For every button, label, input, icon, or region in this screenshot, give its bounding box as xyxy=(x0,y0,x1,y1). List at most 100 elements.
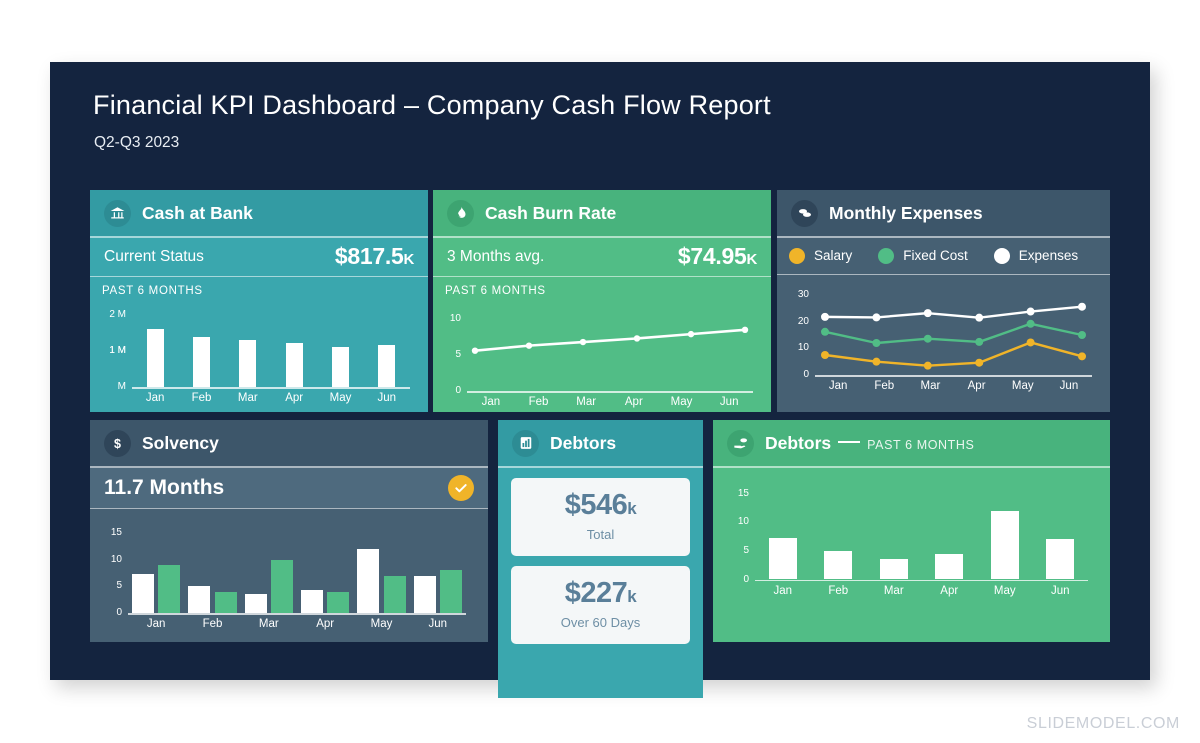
y-tick-label: 0 xyxy=(743,573,749,585)
chart-bar xyxy=(378,344,396,387)
x-tick-label: Feb xyxy=(202,618,223,630)
kpi-value: $74.95K xyxy=(678,243,757,270)
card-title-text: Debtors xyxy=(765,432,832,453)
chart-cash-at-bank: PAST 6 MONTHS 2 M1 M1 M M Jan Feb Mar Apr May J… xyxy=(90,277,428,404)
x-tick-label: Apr xyxy=(285,392,304,404)
card-debtors-summary[interactable]: Debtors $546k Total $227k Over 60 Days xyxy=(498,420,703,698)
stat-over-60-days: $227k Over 60 Days xyxy=(511,565,690,644)
x-tick-label: Jun xyxy=(428,618,448,630)
card-header: Monthly Expenses xyxy=(777,190,1110,236)
x-tick-label: Jan xyxy=(146,618,166,630)
stat-total: $546k Total xyxy=(511,477,690,556)
card-solvency[interactable]: $ Solvency 11.7 Months 0 5 10 15 Jan Feb Mar Ap… xyxy=(90,420,488,642)
svg-text:$: $ xyxy=(114,436,121,450)
chart-bar xyxy=(990,510,1019,580)
stat-number: $227 xyxy=(564,577,628,609)
stat-unit: k xyxy=(627,499,637,518)
card-header: Cash Burn Rate xyxy=(433,190,771,236)
kpi-unit: K xyxy=(403,251,414,268)
x-tick-label: Jan xyxy=(773,584,793,597)
y-tick-label: 5 xyxy=(116,580,122,592)
x-tick-label: Mar xyxy=(883,584,904,597)
x-tick-label: Apr xyxy=(940,584,959,597)
x-tick-label: Jun xyxy=(377,392,397,404)
card-header: Debtors xyxy=(498,420,703,466)
legend-item-expenses[interactable]: Expenses xyxy=(993,247,1079,264)
chart-bar xyxy=(132,574,155,613)
chart-bar xyxy=(327,591,350,613)
line-chart-svg xyxy=(471,326,749,354)
kpi-label: 3 Months avg. xyxy=(447,247,545,265)
chart-caption: PAST 6 MONTHS xyxy=(102,285,203,297)
slide-canvas: Financial KPI Dashboard – Company Cash F… xyxy=(50,62,1150,698)
x-axis: Jan Feb Mar Apr May Jun xyxy=(132,392,410,404)
chart-cash-burn-rate: PAST 6 MONTHS 0 5 10 Jan Feb Mar Apr May Jun xyxy=(433,277,771,408)
legend-dot-icon xyxy=(878,247,895,264)
chart-bar xyxy=(188,586,211,613)
kpi-value: $817.5K xyxy=(335,243,414,270)
axis-baseline xyxy=(755,579,1088,581)
x-tick-label: Apr xyxy=(316,618,335,630)
chart-bar xyxy=(824,550,853,580)
legend-dot-icon xyxy=(789,247,805,264)
card-cash-burn-rate[interactable]: Cash Burn Rate 3 Months avg. $74.95K PAS… xyxy=(433,190,771,412)
chart-solvency: 0 5 10 15 Jan Feb Mar Apr May Jun xyxy=(90,509,488,631)
chart-bar xyxy=(301,589,324,613)
kpi-row: Current Status $817.5K xyxy=(90,238,428,276)
stat-number: $546 xyxy=(564,489,628,521)
card-title: Solvency xyxy=(142,432,219,453)
chart-monthly-expenses: 0 10 20 30 Jan Feb Mar Apr May Jun xyxy=(777,275,1110,392)
y-tick-label: 15 xyxy=(110,527,122,538)
card-monthly-expenses[interactable]: Monthly Expenses Salary Fixed Cost Expen… xyxy=(777,190,1110,412)
chart-bar xyxy=(439,570,462,613)
axis-baseline xyxy=(128,613,466,615)
kpi-value: 11.7 Months xyxy=(104,475,225,499)
stat-value: $227k xyxy=(564,577,637,609)
line-chart-svg xyxy=(821,302,1086,370)
legend-label: Expenses xyxy=(1018,248,1079,263)
x-tick-label: Mar xyxy=(258,618,279,630)
card-title: Cash Burn Rate xyxy=(485,202,617,223)
chart-bar xyxy=(270,559,293,613)
chart-bar xyxy=(239,340,257,387)
chart-bar xyxy=(935,554,964,580)
y-tick-label: 10 xyxy=(737,516,749,528)
x-tick-label: Feb xyxy=(828,584,849,597)
bank-icon xyxy=(104,199,131,227)
flame-icon xyxy=(447,199,474,227)
card-title: Debtors PAST 6 MONTHS xyxy=(765,433,974,454)
legend-item-salary[interactable]: Salary xyxy=(789,247,853,264)
chart-bar xyxy=(158,565,181,613)
y-tick-label: 10 xyxy=(110,553,122,565)
dash-separator xyxy=(838,440,861,443)
stat-caption: Total xyxy=(586,527,615,542)
card-cash-at-bank[interactable]: Cash at Bank Current Status $817.5K PAST… xyxy=(90,190,428,412)
card-title: Debtors xyxy=(550,432,617,453)
card-debtors-chart[interactable]: Debtors PAST 6 MONTHS 0 5 10 15 Jan Feb Mar Apr M… xyxy=(713,420,1110,642)
x-tick-label: May xyxy=(370,618,393,630)
chart-bar xyxy=(1046,539,1075,580)
check-icon xyxy=(448,474,474,501)
legend-dot-icon xyxy=(993,247,1010,264)
y-tick-label: 5 xyxy=(743,544,749,556)
watermark: SLIDEMODEL.COM xyxy=(1026,715,1180,732)
card-title-note: PAST 6 MONTHS xyxy=(867,437,975,452)
axis-baseline xyxy=(132,387,410,389)
x-tick-label: Jun xyxy=(1050,584,1070,597)
plot-area: 0 10 20 30 Jan Feb Mar Apr May Jun xyxy=(789,281,1098,392)
y-tick-label: 2 M xyxy=(109,309,126,320)
plot-area: 0 5 10 15 Jan Feb Mar Apr May Jun xyxy=(725,480,1098,598)
card-header: $ Solvency xyxy=(90,420,488,466)
chart-bar xyxy=(146,328,164,387)
x-tick-label: Jan xyxy=(145,392,165,404)
x-tick-label: May xyxy=(329,392,352,404)
legend-label: Salary xyxy=(814,248,853,263)
chart-bar xyxy=(244,594,267,613)
chart-bar xyxy=(383,575,406,613)
chart-bar xyxy=(768,537,797,580)
x-tick-label: Mar xyxy=(237,392,258,404)
bar-chart-icon xyxy=(512,429,539,457)
plot-area: 0 5 10 15 Jan Feb Mar Apr May Jun xyxy=(102,519,476,631)
legend-item-fixed-cost[interactable]: Fixed Cost xyxy=(878,247,968,264)
stat-caption: Over 60 Days xyxy=(560,615,641,630)
